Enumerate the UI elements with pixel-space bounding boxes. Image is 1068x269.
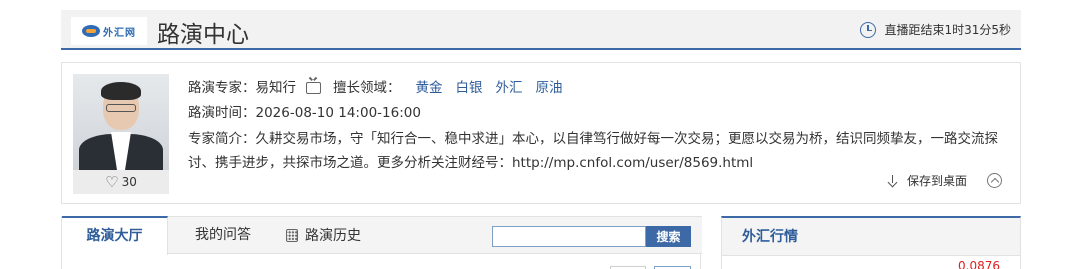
collapse-icon[interactable] [987, 173, 1002, 188]
expert-label: 路演专家： [188, 80, 256, 96]
intro-label: 专家简介： [188, 131, 256, 147]
page-title: 路演中心 [157, 22, 249, 48]
roadshow-panel: 路演大厅 我的问答 路演历史 搜索 [61, 216, 702, 269]
calendar-icon [286, 229, 298, 242]
tab-bar: 路演大厅 我的问答 路演历史 搜索 [62, 216, 702, 255]
forex-value: 0.0876 [958, 259, 1000, 269]
clock-icon [860, 21, 877, 38]
expert-name: 易知行 [255, 80, 297, 96]
skills-label: 擅长领域： [333, 80, 401, 96]
heart-icon: ♡ [105, 172, 119, 191]
like-count: 30 [121, 175, 137, 189]
forex-title: 外汇行情 [722, 218, 1020, 256]
skill-oil[interactable]: 原油 [536, 78, 563, 98]
tab-roadshow-hall[interactable]: 路演大厅 [62, 216, 168, 255]
logo-text: 外汇网 [103, 27, 136, 39]
live-countdown: 直播距结束1时31分5秒 [860, 21, 1011, 38]
time-row: 路演时间： 2026-08-10 14:00-16:00 [188, 102, 1008, 124]
time-value: 2026-08-10 14:00-16:00 [255, 105, 421, 121]
site-logo[interactable]: 外汇网 [71, 17, 147, 45]
search-input[interactable] [492, 226, 646, 247]
save-to-desktop-link[interactable]: 保存到桌面 [907, 172, 967, 189]
intro-text: 久耕交易市场，守「知行合一、稳中求进」本心，以自律笃行做好每一次交易；更愿以交易… [188, 131, 998, 171]
tab-my-qa[interactable]: 我的问答 [178, 216, 268, 255]
tab-roadshow-history[interactable]: 路演历史 [286, 216, 376, 255]
save-to-desktop: 保存到桌面 [887, 172, 1002, 189]
countdown-text: 直播距结束1时31分5秒 [884, 23, 1011, 37]
expert-info: 路演专家： 易知行 擅长领域： 黄金 白银 外汇 原油 路演时间： 2026-0… [188, 77, 1008, 175]
skill-silver[interactable]: 白银 [456, 78, 483, 98]
time-label: 路演时间： [188, 105, 256, 121]
tab-history-label: 路演历史 [305, 227, 361, 244]
expert-intro: 专家简介：久耕交易市场，守「知行合一、稳中求进」本心，以自律笃行做好每一次交易；… [188, 127, 1008, 175]
expert-card: ♡ 30 路演专家： 易知行 擅长领域： 黄金 白银 外汇 原油 路演时间： 2… [61, 62, 1021, 204]
page-header: 外汇网 路演中心 直播距结束1时31分5秒 [61, 10, 1021, 50]
download-icon[interactable] [887, 174, 899, 187]
search-button[interactable]: 搜索 [646, 226, 691, 247]
skill-gold[interactable]: 黄金 [416, 78, 443, 98]
expert-avatar [73, 74, 169, 170]
tv-icon[interactable] [306, 82, 321, 94]
skill-forex[interactable]: 外汇 [496, 78, 523, 98]
expert-row: 路演专家： 易知行 擅长领域： 黄金 白银 外汇 原油 [188, 77, 1008, 99]
like-button[interactable]: ♡ 30 [73, 170, 169, 194]
logo-icon [82, 25, 100, 37]
expert-photo-block: ♡ 30 [73, 74, 169, 194]
forex-panel: 外汇行情 0.0876 [721, 216, 1021, 269]
